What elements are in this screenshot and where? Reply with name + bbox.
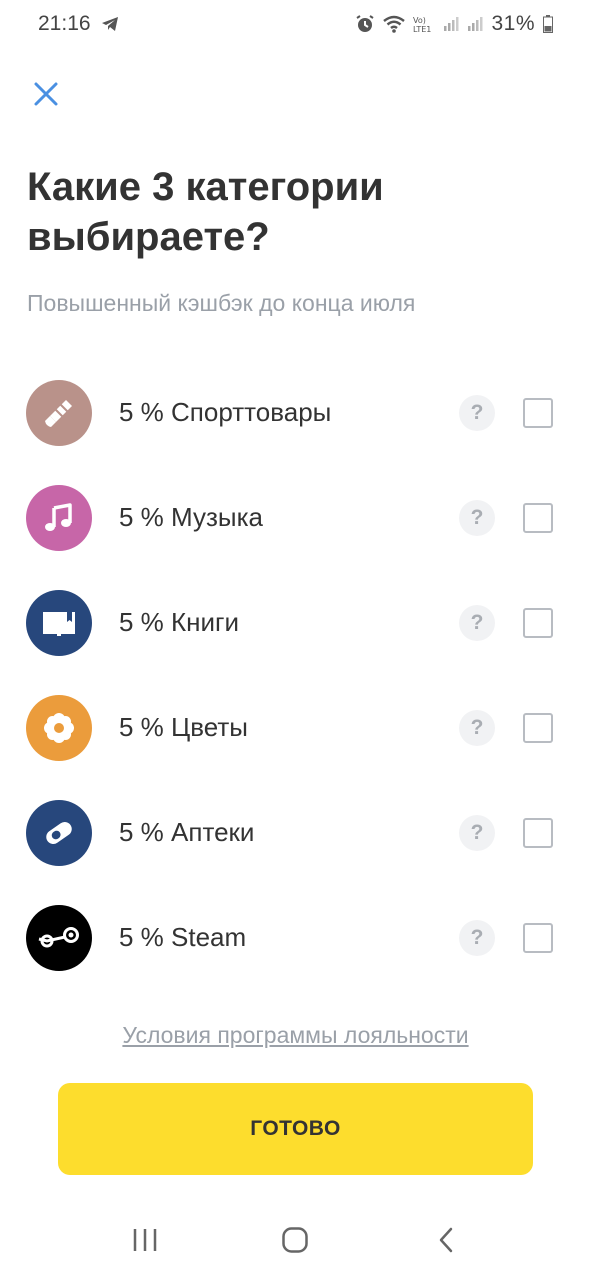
steam-icon	[26, 904, 92, 971]
battery-percent: 31%	[491, 12, 535, 35]
status-time: 21:16	[38, 12, 91, 35]
category-checkbox[interactable]	[523, 607, 553, 638]
page-subtitle: Повышенный кэшбэк до конца июля	[27, 290, 416, 316]
category-checkbox[interactable]	[523, 712, 553, 743]
status-left: 21:16	[38, 12, 119, 36]
system-nav-bar	[0, 1200, 591, 1280]
loyalty-terms-link[interactable]: Условия программы лояльности	[0, 1022, 591, 1049]
back-icon	[439, 1227, 453, 1253]
category-list: 5 % Спорттовары ? 5 % Музыка ? 5 % Книги…	[0, 360, 591, 990]
category-row-flowers[interactable]: 5 % Цветы ?	[0, 675, 591, 780]
done-button[interactable]: ГОТОВО	[58, 1083, 533, 1175]
help-button[interactable]: ?	[459, 919, 495, 956]
category-checkbox[interactable]	[523, 922, 553, 953]
help-button[interactable]: ?	[459, 814, 495, 851]
shuttlecock-icon	[26, 379, 92, 446]
close-button[interactable]	[32, 80, 60, 108]
category-checkbox[interactable]	[523, 817, 553, 848]
wifi-icon	[383, 15, 406, 33]
category-label: 5 % Аптеки	[119, 817, 255, 847]
battery-icon	[543, 15, 553, 33]
music-note-icon	[26, 484, 92, 551]
category-row-steam[interactable]: 5 % Steam ?	[0, 885, 591, 990]
category-label: 5 % Спорттовары	[119, 397, 332, 427]
telegram-icon	[101, 16, 119, 32]
help-button[interactable]: ?	[459, 709, 495, 746]
close-icon	[34, 82, 58, 106]
home-button[interactable]	[265, 1210, 325, 1270]
category-label: 5 % Steam	[119, 922, 247, 952]
flower-icon	[26, 694, 92, 761]
home-icon	[282, 1227, 309, 1253]
lte-icon: Vo) LTE1	[413, 15, 435, 33]
back-button[interactable]	[416, 1210, 476, 1270]
category-checkbox[interactable]	[523, 397, 553, 428]
help-button[interactable]: ?	[459, 394, 495, 431]
pill-icon	[26, 799, 92, 866]
signal-icon-1	[443, 16, 459, 32]
recent-apps-icon	[133, 1229, 157, 1251]
help-button[interactable]: ?	[459, 604, 495, 641]
signal-icon-2	[467, 16, 483, 32]
category-checkbox[interactable]	[523, 502, 553, 533]
status-right: Vo) LTE1 31%	[355, 12, 553, 36]
svg-text:Vo): Vo)	[413, 16, 426, 25]
recent-apps-button[interactable]	[115, 1210, 175, 1270]
alarm-icon	[355, 14, 375, 34]
category-label: 5 % Цветы	[119, 712, 248, 742]
category-label: 5 % Музыка	[119, 502, 263, 532]
svg-text:LTE1: LTE1	[413, 25, 431, 33]
book-icon	[26, 589, 92, 656]
category-row-pharmacy[interactable]: 5 % Аптеки ?	[0, 780, 591, 885]
category-row-books[interactable]: 5 % Книги ?	[0, 570, 591, 675]
category-row-sport[interactable]: 5 % Спорттовары ?	[0, 360, 591, 465]
page-title: Какие 3 категории выбираете?	[27, 165, 384, 259]
status-bar: 21:16 Vo) LTE1 31%	[0, 0, 591, 48]
help-button[interactable]: ?	[459, 499, 495, 536]
category-row-music[interactable]: 5 % Музыка ?	[0, 465, 591, 570]
category-label: 5 % Книги	[119, 607, 240, 637]
